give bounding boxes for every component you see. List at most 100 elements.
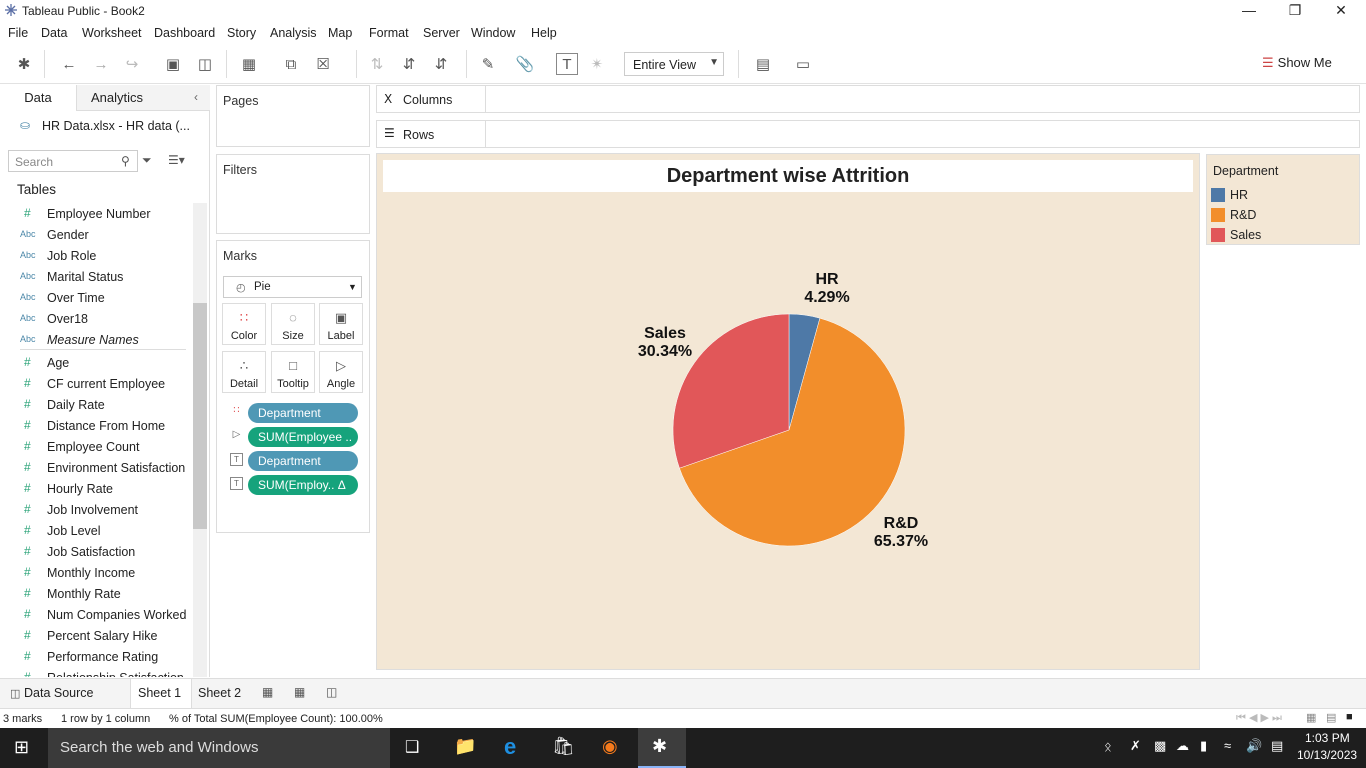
field-item[interactable]: Abc Job Role [0, 246, 190, 267]
redo-icon[interactable]: → [90, 53, 112, 75]
datasource-name[interactable]: HR Data.xlsx - HR data (... [42, 119, 190, 133]
task-view-icon[interactable]: ❑ [405, 737, 419, 757]
menu-data[interactable]: Data [41, 26, 67, 40]
columns-shelf[interactable]: Ⅹ Columns [376, 85, 1360, 113]
tab-data-source[interactable]: Data Source [24, 686, 93, 700]
scrollbar[interactable] [193, 203, 207, 677]
field-item[interactable]: # Employee Number [0, 204, 190, 225]
maximize-button[interactable]: ❐ [1272, 0, 1318, 22]
field-item[interactable]: Abc Over18 [0, 309, 190, 330]
windows-start-icon[interactable]: ⊞ [14, 737, 29, 758]
sort-ascending-icon[interactable]: ⇵ [398, 53, 420, 75]
angle-button[interactable]: ▷ Angle [319, 351, 363, 393]
new-dashboard-icon[interactable]: ▦ [294, 685, 305, 699]
field-item[interactable]: # Environment Satisfaction [0, 458, 190, 479]
menu-server[interactable]: Server [423, 26, 460, 40]
field-item[interactable]: # Job Satisfaction [0, 542, 190, 563]
taskbar-search[interactable]: Search the web and Windows [48, 728, 390, 768]
rows-shelf[interactable]: ☰ Rows [376, 120, 1360, 148]
menu-map[interactable]: Map [328, 26, 352, 40]
field-item[interactable]: # Distance From Home [0, 416, 190, 437]
tab-sheet-1[interactable]: Sheet 1 [130, 679, 192, 708]
field-item[interactable]: # Hourly Rate [0, 479, 190, 500]
onedrive-icon[interactable]: ☁ [1176, 738, 1189, 754]
fix-axes-icon[interactable]: ✴ [586, 53, 608, 75]
undo-icon[interactable]: ← [58, 53, 80, 75]
color-button[interactable]: ∷ Color [222, 303, 266, 345]
field-item[interactable]: # Monthly Income [0, 563, 190, 584]
minimize-button[interactable]: — [1226, 0, 1272, 22]
replay-icon[interactable]: ↪ [121, 53, 143, 75]
show-me-button[interactable]: ☰ Show Me [1262, 55, 1332, 71]
new-worksheet-icon[interactable]: ▦ [238, 53, 260, 75]
tab-analytics[interactable]: Analytics [76, 85, 210, 111]
tabs-view-icon[interactable]: ■ [1346, 711, 1353, 723]
save-icon[interactable]: ▣ [162, 53, 184, 75]
detail-button[interactable]: ∴ Detail [222, 351, 266, 393]
field-item[interactable]: # Employee Count [0, 437, 190, 458]
tab-data[interactable]: Data [0, 85, 76, 111]
field-item[interactable]: # Monthly Rate [0, 584, 190, 605]
wifi-icon[interactable]: ≈ [1224, 738, 1231, 753]
sum-employee-label-pill[interactable]: SUM(Employ.. Δ [248, 475, 358, 495]
field-item[interactable]: # Percent Salary Hike [0, 626, 190, 647]
menu-help[interactable]: Help [531, 26, 557, 40]
scrollbar-thumb[interactable] [193, 303, 207, 529]
field-item[interactable]: Abc Gender [0, 225, 190, 246]
menu-window[interactable]: Window [471, 26, 515, 40]
duplicate-sheet-icon[interactable]: ⧉ [280, 53, 302, 75]
menu-analysis[interactable]: Analysis [270, 26, 317, 40]
field-item[interactable]: Abc Marital Status [0, 267, 190, 288]
swap-icon[interactable]: ⇅ [366, 53, 388, 75]
filters-card[interactable]: Filters [216, 154, 370, 234]
fit-view-dropdown[interactable]: Entire View ▼ [624, 52, 724, 76]
filter-icon[interactable]: ⏷ [142, 153, 152, 168]
group-icon[interactable]: 📎 [514, 53, 536, 75]
volume-icon[interactable]: 🔊 [1246, 738, 1262, 754]
mark-type-dropdown[interactable]: ◴ Pie ▼ [223, 276, 362, 298]
new-datasource-icon[interactable]: ◫ [194, 53, 216, 75]
search-input[interactable]: Search [15, 155, 53, 169]
highlight-icon[interactable]: ✎ [477, 53, 499, 75]
collapse-pane-icon[interactable]: ‹ [194, 90, 198, 104]
action-center-icon[interactable]: ▤ [1271, 738, 1283, 754]
clock-date[interactable]: 10/13/2023 [1297, 748, 1357, 762]
field-item[interactable]: Abc Over Time [0, 288, 190, 309]
show-labels-icon[interactable]: T [556, 53, 578, 75]
field-item[interactable]: Abc Measure Names [0, 330, 190, 351]
tooltip-button[interactable]: □ Tooltip [271, 351, 315, 393]
field-item[interactable]: # Performance Rating [0, 647, 190, 668]
search-field-box[interactable]: Search ⚲ [8, 150, 138, 172]
filmstrip-icon[interactable]: ▤ [1326, 711, 1336, 724]
sheet-nav-icon[interactable]: ⏮ ◀ ▶ ⏭ [1236, 711, 1282, 725]
network-alert-icon[interactable]: ✗ [1130, 738, 1141, 754]
menu-dashboard[interactable]: Dashboard [154, 26, 215, 40]
close-button[interactable]: ✕ [1318, 0, 1364, 22]
tab-sheet-2[interactable]: Sheet 2 [198, 686, 241, 700]
field-item[interactable]: # Job Level [0, 521, 190, 542]
firefox-icon[interactable]: ◉ [602, 736, 618, 757]
edge-icon[interactable]: e [504, 734, 516, 760]
menu-worksheet[interactable]: Worksheet [82, 26, 142, 40]
department-color-pill[interactable]: Department [248, 403, 358, 423]
view-options-icon[interactable]: ☰▾ [168, 153, 185, 167]
clear-sheet-icon[interactable]: ☒ [312, 53, 334, 75]
menu-file[interactable]: File [8, 26, 28, 40]
bluetooth-icon[interactable]: ᛟ [1104, 739, 1112, 754]
label-button[interactable]: ▣ Label [319, 303, 363, 345]
clock-time[interactable]: 1:03 PM [1305, 731, 1350, 745]
sheet-sorter-icon[interactable]: ▦ [1306, 711, 1316, 724]
battery-icon[interactable]: ▮ [1200, 738, 1207, 754]
device-icon[interactable]: ▩ [1154, 738, 1166, 754]
new-story-icon[interactable]: ◫ [326, 685, 337, 699]
new-worksheet-icon[interactable]: ▦ [262, 685, 273, 699]
field-item[interactable]: # CF current Employee [0, 374, 190, 395]
store-icon[interactable]: 🛍 [552, 736, 575, 757]
department-label-pill[interactable]: Department [248, 451, 358, 471]
field-item[interactable]: # Num Companies Worked [0, 605, 190, 626]
tableau-taskbar-button[interactable]: ✱ [638, 728, 686, 768]
show-cards-icon[interactable]: ▤ [752, 53, 774, 75]
sort-descending-icon[interactable]: ⇵ [430, 53, 452, 75]
field-item[interactable]: # Daily Rate [0, 395, 190, 416]
field-item[interactable]: # Age [0, 353, 190, 374]
